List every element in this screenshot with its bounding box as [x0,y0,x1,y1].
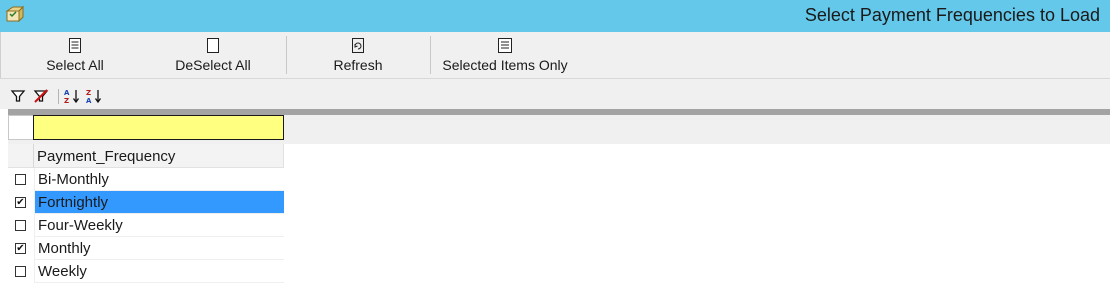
toolbar-separator [430,36,431,74]
row-checkbox[interactable] [15,220,26,231]
refresh-label: Refresh [333,57,383,73]
filter-row-corner [8,115,34,140]
title-bar: Select Payment Frequencies to Load [0,0,1110,32]
table-row[interactable]: Four-Weekly [8,214,284,237]
refresh-icon [351,38,365,53]
svg-text:Z: Z [64,97,69,104]
row-cell[interactable]: Fortnightly [34,191,284,214]
selected-items-only-label: Selected Items Only [442,57,568,73]
toolbar-separator [286,36,287,74]
row-cell[interactable]: Bi-Monthly [34,168,284,191]
deselect-all-icon [207,38,219,53]
row-checkbox[interactable] [15,174,26,185]
row-cell[interactable]: Four-Weekly [34,214,284,237]
svg-text:A: A [64,89,70,97]
deselect-all-button[interactable]: DeSelect All [167,32,259,78]
table-row[interactable]: Bi-Monthly [8,168,284,191]
deselect-all-label: DeSelect All [175,57,251,73]
sort-ascending-icon[interactable]: A Z [64,88,80,105]
table-row[interactable]: ✔ Monthly [8,237,284,260]
toolbar: Select All DeSelect All Refresh Selected… [0,32,1110,78]
filter-input[interactable] [33,115,284,140]
table-row[interactable]: Weekly [8,260,284,283]
refresh-button[interactable]: Refresh [323,32,393,78]
svg-text:A: A [86,97,92,104]
svg-text:Z: Z [86,89,91,97]
select-all-button[interactable]: Select All [37,32,113,78]
app-icon[interactable] [4,5,26,25]
select-all-label: Select All [46,57,104,73]
data-grid: Payment_Frequency Bi-Monthly ✔ Fortnight… [8,115,1110,283]
row-cell[interactable]: Weekly [34,260,284,283]
selected-items-icon [498,38,512,53]
sort-descending-icon[interactable]: Z A [86,88,102,105]
row-checkbox[interactable]: ✔ [15,243,26,254]
filter-toolbar-separator [58,89,59,104]
table-row[interactable]: ✔ Fortnightly [8,191,284,214]
select-all-icon [69,38,81,53]
row-cell[interactable]: Monthly [34,237,284,260]
window-title: Select Payment Frequencies to Load [804,5,1100,25]
clear-filter-icon[interactable] [33,88,49,104]
column-header-payment-frequency[interactable]: Payment_Frequency [34,144,284,168]
selected-items-only-button[interactable]: Selected Items Only [437,32,573,78]
header-corner [8,144,34,168]
row-checkbox[interactable] [15,266,26,277]
filter-icon[interactable] [10,88,26,104]
row-checkbox[interactable]: ✔ [15,197,26,208]
filter-toolbar: A Z Z A [0,78,1110,109]
